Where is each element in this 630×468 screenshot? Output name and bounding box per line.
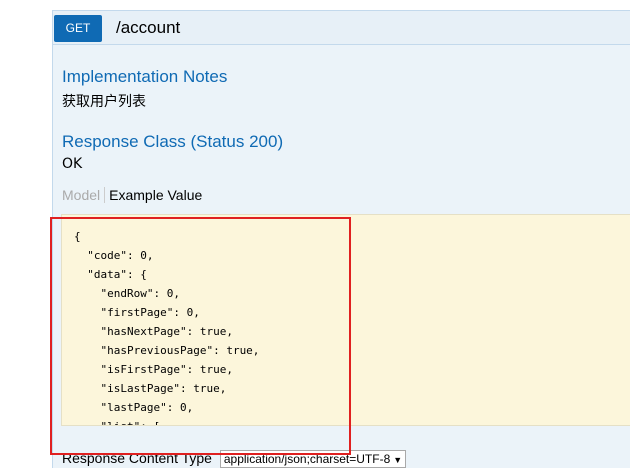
endpoint-path[interactable]: /account [116, 18, 180, 38]
response-class-text: OK [62, 156, 83, 172]
model-tabs: Model Example Value [62, 187, 202, 209]
example-value-line: "firstPage": 0, [74, 306, 200, 319]
response-content-type-value: application/json;charset=UTF-8 [223, 452, 391, 467]
implementation-notes-text: 获取用户列表 [62, 94, 146, 110]
example-value-line: "isLastPage": true, [74, 382, 227, 395]
operation-body: Implementation Notes 获取用户列表 Response Cla… [53, 46, 630, 468]
tab-example-value[interactable]: Example Value [105, 187, 202, 203]
response-content-type-select[interactable]: application/json;charset=UTF-8 ▼ [219, 450, 407, 468]
example-value-line: "lastPage": 0, [74, 401, 194, 414]
dropdown-arrow-icon: ▼ [393, 455, 403, 466]
operation-header[interactable]: GET /account [53, 11, 630, 45]
example-value-line: "hasPreviousPage": true, [74, 344, 260, 357]
example-value-line: "list": [ [74, 417, 630, 425]
example-value-line: "isFirstPage": true, [74, 363, 233, 376]
http-method-badge[interactable]: GET [54, 15, 102, 42]
response-content-type: Response Content Type application/json;c… [62, 450, 407, 468]
example-value-line: "code": 0, [74, 249, 154, 262]
example-value-line: "hasNextPage": true, [74, 325, 233, 338]
example-value-line: "data": { [74, 268, 147, 281]
tab-model[interactable]: Model [62, 187, 106, 203]
example-value-line: "endRow": 0, [74, 287, 180, 300]
implementation-notes-heading: Implementation Notes [62, 67, 228, 86]
response-class-heading: Response Class (Status 200) [62, 132, 284, 151]
example-value-json: { "code": 0, "data": { "endRow": 0, "fir… [74, 227, 630, 425]
response-content-type-label: Response Content Type [62, 450, 212, 466]
operation-panel: GET /account Implementation Notes 获取用户列表… [52, 10, 630, 468]
example-value-line: { [74, 230, 81, 243]
example-value-block[interactable]: { "code": 0, "data": { "endRow": 0, "fir… [61, 214, 630, 426]
